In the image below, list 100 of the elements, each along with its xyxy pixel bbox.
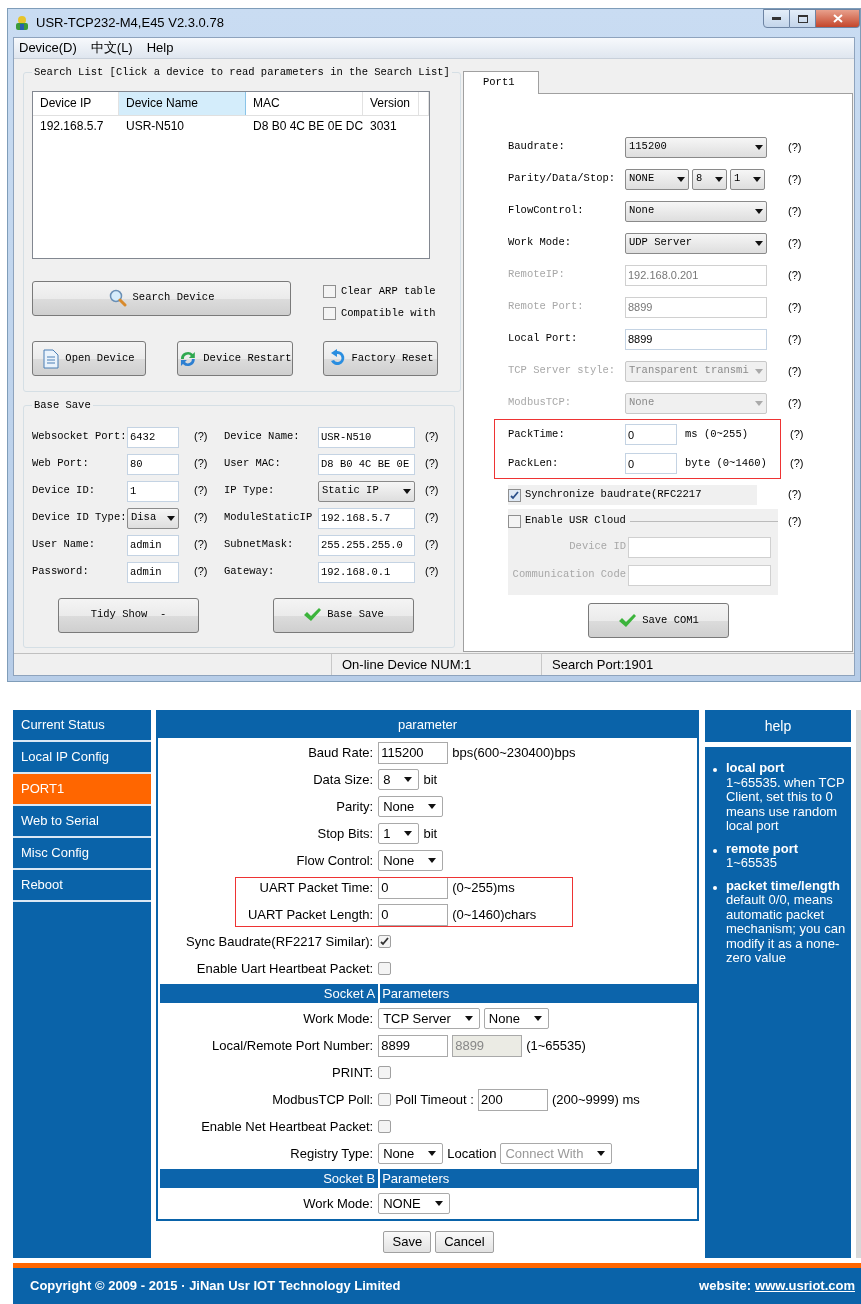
dropdown[interactable]: 8: [692, 168, 727, 190]
checkbox[interactable]: [323, 285, 336, 299]
help-hint[interactable]: (?): [194, 565, 208, 578]
toolbar-button[interactable]: Factory Reset: [323, 341, 438, 377]
menu-item[interactable]: Help: [146, 38, 174, 58]
text-field[interactable]: 0: [625, 424, 677, 445]
text-field[interactable]: 8899: [625, 328, 767, 350]
caret-icon: [755, 368, 763, 374]
text-field[interactable]: D8 B0 4C BE 0E: [318, 453, 415, 475]
checkbox[interactable]: [378, 1093, 392, 1106]
dropdown[interactable]: UDP Server: [625, 232, 767, 254]
help-hint[interactable]: (?): [788, 512, 802, 530]
menu-item[interactable]: 中文(L): [90, 38, 133, 58]
toolbar-button[interactable]: Device Restart: [176, 341, 293, 377]
checkbox[interactable]: [378, 935, 392, 948]
form-button[interactable]: Cancel: [435, 1231, 494, 1253]
help-hint[interactable]: (?): [788, 488, 802, 501]
text-field[interactable]: 200: [477, 1088, 548, 1111]
help-hint[interactable]: (?): [194, 457, 208, 470]
field-label: Baudrate:: [508, 139, 566, 155]
help-hint[interactable]: (?): [425, 511, 439, 524]
checkbox[interactable]: [508, 514, 521, 528]
dropdown[interactable]: NONE: [625, 168, 689, 190]
help-hint[interactable]: (?): [425, 430, 439, 443]
help-hint[interactable]: (?): [194, 538, 208, 551]
text-field[interactable]: 1: [127, 480, 179, 502]
caret-icon: [404, 777, 413, 782]
dropdown[interactable]: Static IP: [318, 480, 415, 502]
dropdown[interactable]: NONE: [378, 1193, 450, 1214]
dropdown[interactable]: None: [483, 1008, 549, 1029]
help-hint[interactable]: (?): [788, 170, 802, 188]
dropdown[interactable]: None: [378, 1143, 444, 1164]
dropdown[interactable]: None: [378, 850, 444, 871]
close-icon: [832, 14, 843, 23]
help-hint[interactable]: (?): [790, 455, 804, 472]
dropdown[interactable]: 115200: [625, 136, 767, 158]
text-field[interactable]: 0: [378, 876, 449, 899]
checkbox[interactable]: [323, 306, 336, 320]
text-field[interactable]: admin: [127, 534, 179, 556]
help-hint[interactable]: (?): [788, 138, 802, 156]
section-header: Socket B: [160, 1169, 379, 1188]
form-button[interactable]: Save: [383, 1231, 432, 1253]
website-label: website:: [699, 1277, 752, 1296]
caret-icon: [464, 1016, 473, 1021]
help-hint[interactable]: (?): [194, 430, 208, 443]
text-field[interactable]: [628, 536, 771, 558]
dropdown[interactable]: 1: [730, 168, 765, 190]
text-field[interactable]: USR-N510: [318, 426, 415, 448]
dropdown[interactable]: None: [378, 796, 444, 817]
dropdown[interactable]: TCP Server: [378, 1008, 480, 1029]
field-label: Remote Port:: [508, 299, 585, 315]
search-button[interactable]: Search Device: [32, 280, 291, 316]
help-hint[interactable]: (?): [790, 426, 804, 443]
maximize-button[interactable]: [790, 9, 816, 28]
panel-title: parameter: [158, 712, 697, 738]
text-field[interactable]: 8899: [378, 1034, 449, 1057]
help-hint[interactable]: (?): [788, 330, 802, 348]
tab[interactable]: Port1: [463, 71, 539, 94]
checkbox[interactable]: [508, 488, 521, 502]
help-hint[interactable]: (?): [425, 457, 439, 470]
toolbar-button[interactable]: Open Device: [32, 341, 146, 377]
field-label: Gateway:: [224, 564, 276, 580]
website-link[interactable]: www.usriot.com: [755, 1276, 855, 1296]
dropdown[interactable]: None: [625, 200, 767, 222]
dropdown[interactable]: 8: [378, 769, 420, 790]
close-button[interactable]: [816, 9, 860, 28]
column-header[interactable]: Device Name: [119, 91, 246, 115]
dropdown[interactable]: 1: [378, 823, 420, 844]
help-hint[interactable]: (?): [788, 234, 802, 252]
text-field[interactable]: 0: [625, 453, 677, 474]
help-hint[interactable]: (?): [194, 484, 208, 497]
menu-item[interactable]: Device(D): [19, 38, 77, 58]
checkbox[interactable]: [378, 1120, 392, 1133]
text-field[interactable]: 255.255.255.0: [318, 534, 415, 556]
field-label: SubnetMask:: [224, 537, 295, 553]
minimize-button[interactable]: [763, 9, 790, 28]
text-field[interactable]: 80: [127, 453, 179, 475]
text-field[interactable]: 6432: [127, 426, 179, 448]
checkbox[interactable]: [378, 962, 392, 975]
field-label: ModuleStaticIP: [224, 510, 314, 526]
text-field[interactable]: [628, 564, 771, 586]
help-hint[interactable]: (?): [788, 202, 802, 220]
field-label: PRINT:: [331, 1063, 375, 1082]
text-field[interactable]: 192.168.5.7: [318, 507, 415, 529]
text-field[interactable]: admin: [127, 561, 179, 583]
scrollbar[interactable]: [856, 710, 861, 1258]
tidy-show-button[interactable]: Tidy Show -: [58, 597, 199, 633]
text-field[interactable]: 192.168.0.1: [318, 561, 415, 583]
save-button[interactable]: Save COM1: [588, 603, 729, 638]
help-hint[interactable]: (?): [425, 484, 439, 497]
help-hint[interactable]: (?): [194, 511, 208, 524]
text-field[interactable]: 115200: [378, 741, 449, 764]
checkbox[interactable]: [378, 1066, 392, 1079]
save-button[interactable]: Base Save: [273, 597, 414, 633]
dropdown[interactable]: Disa: [127, 507, 179, 529]
help-hint[interactable]: (?): [425, 565, 439, 578]
help-hint[interactable]: (?): [425, 538, 439, 551]
field-label: Device ID:: [32, 483, 96, 499]
text-field[interactable]: 0: [378, 903, 449, 926]
field-note: (200~9999) ms: [551, 1090, 640, 1109]
